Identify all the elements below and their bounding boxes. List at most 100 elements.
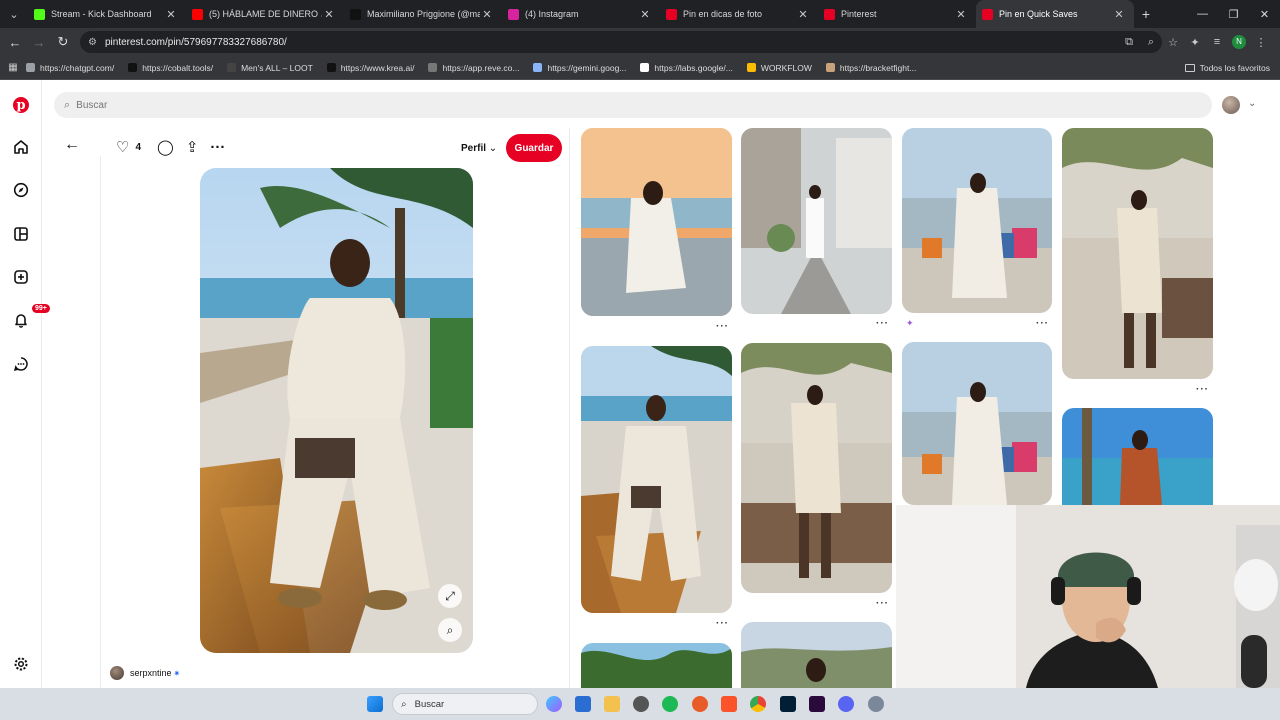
tab-close-icon[interactable]: ✕ [164,8,178,21]
bookmark-label: WORKFLOW [760,62,812,73]
install-app-icon[interactable]: ⧉ [1118,36,1140,49]
close-window-icon[interactable]: ✕ [1249,8,1280,21]
bookmark-star-icon[interactable]: ☆ [1162,36,1184,49]
back-arrow-icon[interactable]: ← [64,136,80,154]
browser-tab[interactable]: Stream - Kick Dashboard ✕ [28,0,186,28]
bookmark-item[interactable]: https://bracketfight... [825,63,916,73]
pin-more-icon[interactable]: ··· [716,321,729,332]
zoom-icon[interactable]: ⌕ [1140,36,1162,49]
home-icon[interactable] [10,136,32,158]
bookmark-item[interactable]: https://app.reve.co... [428,63,519,73]
related-pin[interactable] [581,643,732,688]
premiere-icon[interactable] [809,696,825,712]
pinterest-logo-icon[interactable]: p [13,97,29,113]
bookmark-item[interactable]: https://cobalt.tools/ [128,63,213,73]
restore-icon[interactable]: ❐ [1218,8,1249,21]
browser-tab[interactable]: (4) Instagram ✕ [502,0,660,28]
related-pin[interactable] [902,128,1052,313]
reload-icon[interactable]: ↻ [51,34,75,50]
github-icon[interactable] [633,696,649,712]
spotify-icon[interactable] [662,696,678,712]
browser-tab[interactable]: Pinterest ✕ [818,0,976,28]
apps-grid-icon[interactable]: ▦ [0,62,26,73]
pin-main-image[interactable]: ⤢ ⌕ [200,168,473,653]
taskbar-search[interactable]: ⌕ Buscar [392,693,538,715]
file-explorer-icon[interactable] [604,696,620,712]
pin-more-icon[interactable]: ··· [876,598,889,609]
chrome-icon[interactable] [750,696,766,712]
account-chevron-down-icon[interactable]: ⌄ [1248,98,1256,109]
related-pin[interactable] [741,343,892,593]
pin-more-icon[interactable]: ··· [1196,384,1209,395]
chrome-menu-icon[interactable]: ⋮ [1250,36,1272,49]
related-pin[interactable] [1062,128,1213,379]
extensions-icon[interactable]: ✦ [1184,36,1206,49]
outlook-icon[interactable] [575,696,591,712]
media-icon[interactable]: ≡ [1206,36,1228,48]
tab-close-icon[interactable]: ✕ [480,8,494,21]
pin-author[interactable]: serpxntine ✷ [110,666,180,680]
all-bookmarks-folder[interactable]: Todos los favoritos [1184,56,1270,80]
bookmark-label: https://www.krea.ai/ [340,62,415,73]
tab-search-icon[interactable]: ⌄ [0,0,28,28]
new-tab-button[interactable]: + [1134,6,1158,22]
boards-icon[interactable] [10,223,32,245]
copilot-icon[interactable] [546,696,562,712]
browser-tab[interactable]: Pin en Quick Saves ✕ [976,0,1134,28]
settings-gear-icon[interactable] [10,653,32,675]
related-pin[interactable] [1062,408,1213,505]
search-placeholder: Buscar [76,99,108,111]
tab-close-icon[interactable]: ✕ [796,8,810,21]
pin-more-icon[interactable]: ··· [1036,318,1049,329]
board-select[interactable]: Perfil ⌄ [461,143,497,154]
bookmarks-bar: ▦ https://chatgpt.com/https://cobalt.too… [0,56,1280,80]
minimize-icon[interactable]: — [1187,8,1218,20]
user-avatar[interactable] [1222,96,1240,114]
browser-tab[interactable]: Maximiliano Priggione (@maxi...✕ [344,0,502,28]
discord-icon[interactable] [838,696,854,712]
site-info-icon[interactable]: ⚙ [88,37,97,48]
settings-app-icon[interactable] [868,696,884,712]
expand-icon[interactable]: ⤢ [438,584,462,608]
tab-close-icon[interactable]: ✕ [322,8,336,21]
app-icon[interactable] [692,696,708,712]
bookmark-item[interactable]: https://www.krea.ai/ [326,62,415,73]
share-icon[interactable]: ⇪ [186,138,199,156]
back-icon[interactable]: ← [3,35,27,50]
explore-icon[interactable] [10,179,32,201]
visual-search-icon[interactable]: ⌕ [438,618,462,642]
bookmark-label: https://app.reve.co... [442,62,520,73]
photoshop-icon[interactable] [780,696,796,712]
related-pin[interactable] [581,128,732,316]
profile-avatar[interactable]: N [1232,35,1246,49]
create-icon[interactable] [10,266,32,288]
browser-tab[interactable]: (5) HÁBLAME DE DINERO 💰🔥✕ [186,0,344,28]
related-pin[interactable] [902,342,1052,505]
heart-icon[interactable]: ♡ [116,138,129,156]
related-pin[interactable] [741,622,892,688]
messages-icon[interactable] [10,353,32,375]
comment-icon[interactable]: ◯ [157,138,174,156]
windows-start-icon[interactable] [367,696,383,712]
browser-tab[interactable]: Pin en dicas de foto ✕ [660,0,818,28]
bookmark-item[interactable]: https://chatgpt.com/ [26,63,114,73]
related-pin[interactable] [581,346,732,613]
tab-close-icon[interactable]: ✕ [1112,8,1126,21]
search-input[interactable]: ⌕ Buscar [54,92,1212,118]
tab-close-icon[interactable]: ✕ [638,8,652,21]
notifications-bell-icon[interactable]: 99+ [10,304,50,331]
bookmark-item[interactable]: Men's ALL – LOOT [227,63,313,73]
omnibox[interactable]: ⚙ pinterest.com/pin/579697783327686780/ [80,31,1162,53]
tab-close-icon[interactable]: ✕ [954,8,968,21]
save-button[interactable]: Guardar [506,134,562,162]
related-pin[interactable] [741,128,892,314]
url-text: pinterest.com/pin/579697783327686780/ [104,36,287,48]
pin-more-icon[interactable]: ··· [716,618,729,629]
more-options-icon[interactable]: ··· [210,139,225,156]
bookmark-item[interactable]: https://gemini.goog... [533,63,626,73]
forward-icon[interactable]: → [27,35,51,50]
bookmark-item[interactable]: WORKFLOW [746,62,812,73]
bookmark-item[interactable]: https://labs.google/... [640,63,733,73]
brave-icon[interactable] [721,696,737,712]
pin-more-icon[interactable]: ··· [876,318,889,329]
